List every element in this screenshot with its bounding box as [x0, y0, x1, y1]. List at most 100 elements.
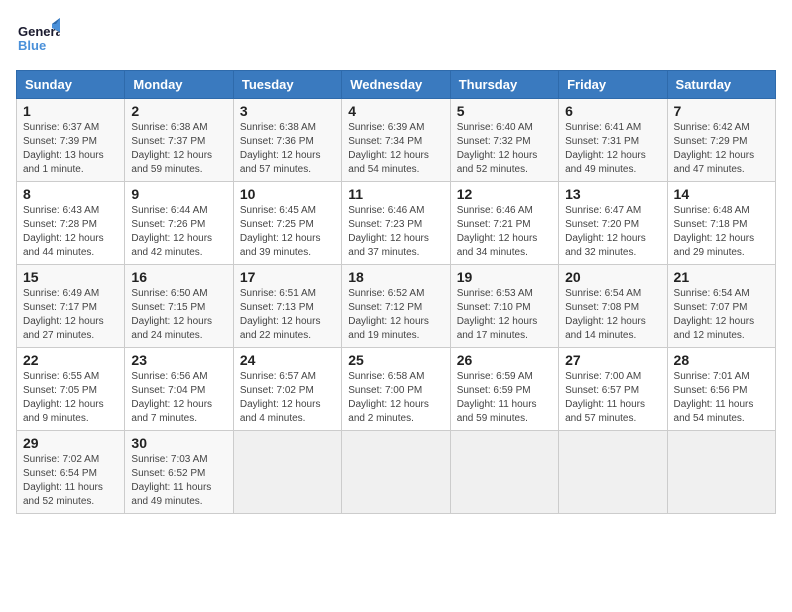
- day-info: Sunrise: 6:41 AMSunset: 7:31 PMDaylight:…: [565, 121, 660, 177]
- day-number: 3: [240, 103, 335, 119]
- day-number: 1: [23, 103, 118, 119]
- calendar-cell: 22Sunrise: 6:55 AMSunset: 7:05 PMDayligh…: [17, 348, 125, 431]
- day-info: Sunrise: 6:38 AMSunset: 7:36 PMDaylight:…: [240, 121, 335, 177]
- calendar-body: 1 Sunrise: 6:37 AMSunset: 7:39 PMDaylight…: [17, 99, 776, 514]
- day-info: Sunrise: 6:57 AMSunset: 7:02 PMDaylight:…: [240, 370, 335, 426]
- calendar-cell: 2 Sunrise: 6:38 AMSunset: 7:37 PMDaylight…: [125, 99, 233, 182]
- day-number: 12: [457, 186, 552, 202]
- day-info: Sunrise: 6:46 AMSunset: 7:23 PMDaylight:…: [348, 204, 443, 260]
- column-header-wednesday: Wednesday: [342, 71, 450, 99]
- svg-text:Blue: Blue: [18, 38, 46, 53]
- calendar-cell: [450, 431, 558, 514]
- day-number: 13: [565, 186, 660, 202]
- calendar-cell: 23 Sunrise: 6:56 AMSunset: 7:04 PMDayligh…: [125, 348, 233, 431]
- calendar-table: SundayMondayTuesdayWednesdayThursdayFrid…: [16, 70, 776, 514]
- calendar-cell: 30 Sunrise: 7:03 AMSunset: 6:52 PMDayligh…: [125, 431, 233, 514]
- day-number: 2: [131, 103, 226, 119]
- day-info: Sunrise: 6:56 AMSunset: 7:04 PMDaylight:…: [131, 370, 226, 426]
- calendar-cell: 20Sunrise: 6:54 AMSunset: 7:08 PMDayligh…: [559, 265, 667, 348]
- calendar-cell: 28 Sunrise: 7:01 AMSunset: 6:56 PMDayligh…: [667, 348, 775, 431]
- day-info: Sunrise: 6:54 AMSunset: 7:07 PMDaylight:…: [674, 287, 769, 343]
- day-number: 4: [348, 103, 443, 119]
- day-number: 5: [457, 103, 552, 119]
- day-number: 11: [348, 186, 443, 202]
- calendar-cell: 3 Sunrise: 6:38 AMSunset: 7:36 PMDaylight…: [233, 99, 341, 182]
- day-info: Sunrise: 7:03 AMSunset: 6:52 PMDaylight:…: [131, 453, 226, 509]
- calendar-cell: 25Sunrise: 6:58 AMSunset: 7:00 PMDayligh…: [342, 348, 450, 431]
- day-number: 10: [240, 186, 335, 202]
- day-info: Sunrise: 6:52 AMSunset: 7:12 PMDaylight:…: [348, 287, 443, 343]
- day-number: 17: [240, 269, 335, 285]
- calendar-week: 29Sunrise: 7:02 AMSunset: 6:54 PMDayligh…: [17, 431, 776, 514]
- day-info: Sunrise: 6:49 AMSunset: 7:17 PMDaylight:…: [23, 287, 118, 343]
- day-number: 9: [131, 186, 226, 202]
- calendar-cell: 11 Sunrise: 6:46 AMSunset: 7:23 PMDayligh…: [342, 182, 450, 265]
- logo: General Blue: [16, 16, 60, 60]
- day-info: Sunrise: 6:40 AMSunset: 7:32 PMDaylight:…: [457, 121, 552, 177]
- calendar-cell: 1 Sunrise: 6:37 AMSunset: 7:39 PMDaylight…: [17, 99, 125, 182]
- column-header-saturday: Saturday: [667, 71, 775, 99]
- day-info: Sunrise: 6:54 AMSunset: 7:08 PMDaylight:…: [565, 287, 660, 343]
- day-info: Sunrise: 6:39 AMSunset: 7:34 PMDaylight:…: [348, 121, 443, 177]
- calendar-cell: 18 Sunrise: 6:52 AMSunset: 7:12 PMDayligh…: [342, 265, 450, 348]
- day-number: 30: [131, 435, 226, 451]
- calendar-cell: 21 Sunrise: 6:54 AMSunset: 7:07 PMDayligh…: [667, 265, 775, 348]
- day-info: Sunrise: 7:01 AMSunset: 6:56 PMDaylight:…: [674, 370, 769, 426]
- calendar-week: 8 Sunrise: 6:43 AMSunset: 7:28 PMDaylight…: [17, 182, 776, 265]
- calendar-cell: 7 Sunrise: 6:42 AMSunset: 7:29 PMDaylight…: [667, 99, 775, 182]
- calendar-cell: [342, 431, 450, 514]
- day-number: 18: [348, 269, 443, 285]
- calendar-cell: 10 Sunrise: 6:45 AMSunset: 7:25 PMDayligh…: [233, 182, 341, 265]
- calendar-cell: 8 Sunrise: 6:43 AMSunset: 7:28 PMDaylight…: [17, 182, 125, 265]
- day-number: 23: [131, 352, 226, 368]
- day-number: 15: [23, 269, 118, 285]
- day-info: Sunrise: 6:43 AMSunset: 7:28 PMDaylight:…: [23, 204, 118, 260]
- calendar-cell: 4 Sunrise: 6:39 AMSunset: 7:34 PMDaylight…: [342, 99, 450, 182]
- day-info: Sunrise: 6:51 AMSunset: 7:13 PMDaylight:…: [240, 287, 335, 343]
- calendar-cell: 17 Sunrise: 6:51 AMSunset: 7:13 PMDayligh…: [233, 265, 341, 348]
- calendar-cell: 29Sunrise: 7:02 AMSunset: 6:54 PMDayligh…: [17, 431, 125, 514]
- day-number: 22: [23, 352, 118, 368]
- day-info: Sunrise: 6:53 AMSunset: 7:10 PMDaylight:…: [457, 287, 552, 343]
- day-info: Sunrise: 6:46 AMSunset: 7:21 PMDaylight:…: [457, 204, 552, 260]
- day-number: 16: [131, 269, 226, 285]
- day-number: 28: [674, 352, 769, 368]
- day-info: Sunrise: 6:48 AMSunset: 7:18 PMDaylight:…: [674, 204, 769, 260]
- calendar-cell: 26 Sunrise: 6:59 AMSunset: 6:59 PMDayligh…: [450, 348, 558, 431]
- column-header-sunday: Sunday: [17, 71, 125, 99]
- day-number: 21: [674, 269, 769, 285]
- day-number: 7: [674, 103, 769, 119]
- calendar-cell: 27 Sunrise: 7:00 AMSunset: 6:57 PMDayligh…: [559, 348, 667, 431]
- calendar-week: 1 Sunrise: 6:37 AMSunset: 7:39 PMDaylight…: [17, 99, 776, 182]
- calendar-cell: [559, 431, 667, 514]
- day-info: Sunrise: 6:59 AMSunset: 6:59 PMDaylight:…: [457, 370, 552, 426]
- day-info: Sunrise: 6:42 AMSunset: 7:29 PMDaylight:…: [674, 121, 769, 177]
- day-number: 14: [674, 186, 769, 202]
- calendar-cell: [667, 431, 775, 514]
- calendar-cell: 19Sunrise: 6:53 AMSunset: 7:10 PMDayligh…: [450, 265, 558, 348]
- column-header-friday: Friday: [559, 71, 667, 99]
- calendar-week: 15 Sunrise: 6:49 AMSunset: 7:17 PMDayligh…: [17, 265, 776, 348]
- calendar-cell: 12 Sunrise: 6:46 AMSunset: 7:21 PMDayligh…: [450, 182, 558, 265]
- calendar-cell: 16Sunrise: 6:50 AMSunset: 7:15 PMDayligh…: [125, 265, 233, 348]
- page-header: General Blue: [16, 16, 776, 60]
- day-info: Sunrise: 6:47 AMSunset: 7:20 PMDaylight:…: [565, 204, 660, 260]
- calendar-cell: 24Sunrise: 6:57 AMSunset: 7:02 PMDayligh…: [233, 348, 341, 431]
- calendar-cell: 5 Sunrise: 6:40 AMSunset: 7:32 PMDaylight…: [450, 99, 558, 182]
- calendar-cell: 9 Sunrise: 6:44 AMSunset: 7:26 PMDaylight…: [125, 182, 233, 265]
- day-info: Sunrise: 7:00 AMSunset: 6:57 PMDaylight:…: [565, 370, 660, 426]
- calendar-cell: 14 Sunrise: 6:48 AMSunset: 7:18 PMDayligh…: [667, 182, 775, 265]
- day-number: 29: [23, 435, 118, 451]
- day-number: 26: [457, 352, 552, 368]
- day-info: Sunrise: 6:37 AMSunset: 7:39 PMDaylight:…: [23, 121, 118, 177]
- day-number: 27: [565, 352, 660, 368]
- calendar-cell: [233, 431, 341, 514]
- day-info: Sunrise: 6:38 AMSunset: 7:37 PMDaylight:…: [131, 121, 226, 177]
- calendar-week: 22Sunrise: 6:55 AMSunset: 7:05 PMDayligh…: [17, 348, 776, 431]
- day-info: Sunrise: 6:44 AMSunset: 7:26 PMDaylight:…: [131, 204, 226, 260]
- column-header-monday: Monday: [125, 71, 233, 99]
- column-header-tuesday: Tuesday: [233, 71, 341, 99]
- day-number: 8: [23, 186, 118, 202]
- logo-icon: General Blue: [16, 16, 60, 60]
- day-info: Sunrise: 6:45 AMSunset: 7:25 PMDaylight:…: [240, 204, 335, 260]
